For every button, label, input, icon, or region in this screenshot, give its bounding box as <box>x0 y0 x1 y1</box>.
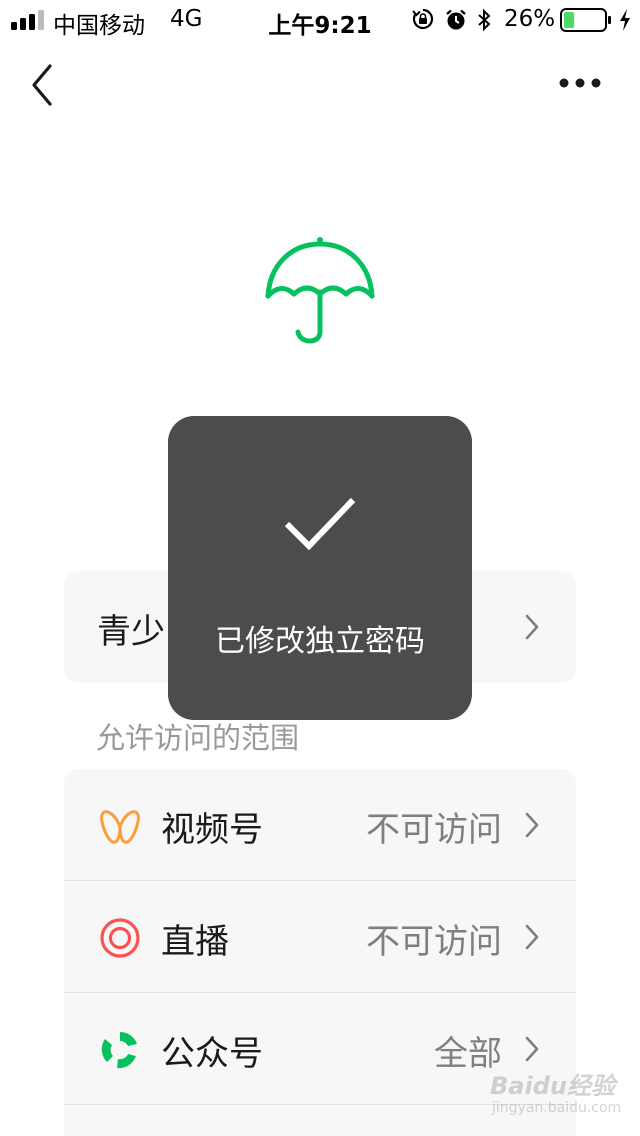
watermark-url: jingyan.baidu.com <box>492 1100 622 1116</box>
status-bar: 中国移动 4G 上午9:21 26% <box>0 0 640 40</box>
back-chevron-icon[interactable] <box>26 62 60 108</box>
screen: 中国移动 4G 上午9:21 26% 青少 允许访问的范围 视频号 不可访问 直… <box>0 0 640 1136</box>
umbrella-icon <box>265 237 375 344</box>
live-icon <box>100 918 140 958</box>
charging-icon <box>620 9 630 31</box>
teen-mode-title: 青少 <box>97 612 165 652</box>
chevron-right-icon <box>525 1036 539 1062</box>
list-item-value: 不可访问 <box>366 810 502 850</box>
chevron-right-icon <box>525 812 539 838</box>
list-item-label: 视频号 <box>161 810 263 850</box>
official-account-icon <box>101 1032 137 1069</box>
list-item-label: 公众号 <box>161 1034 263 1074</box>
list-item-label: 直播 <box>161 922 229 962</box>
watermark: Baidu经验 jingyan.baidu.com <box>490 1066 630 1126</box>
toast-message: 已修改独立密码 <box>215 624 425 659</box>
alarm-icon <box>446 9 466 30</box>
bluetooth-icon <box>478 8 491 32</box>
battery-icon <box>560 8 611 32</box>
success-toast: 已修改独立密码 <box>168 416 472 720</box>
access-scope-label: 允许访问的范围 <box>96 721 300 755</box>
list-item-value: 不可访问 <box>366 922 502 962</box>
channels-icon <box>100 810 140 844</box>
watermark-logo: Baidu经验 <box>490 1072 615 1100</box>
chevron-right-icon <box>525 924 539 950</box>
rotation-lock-icon <box>412 8 434 30</box>
checkmark-icon <box>284 497 356 551</box>
battery-percent: 26% <box>504 6 556 32</box>
more-dots-icon[interactable] <box>556 74 604 92</box>
list-item-live[interactable]: 直播 不可访问 <box>64 881 576 993</box>
chevron-right-icon <box>525 614 539 640</box>
list-item-channels[interactable]: 视频号 不可访问 <box>64 769 576 881</box>
